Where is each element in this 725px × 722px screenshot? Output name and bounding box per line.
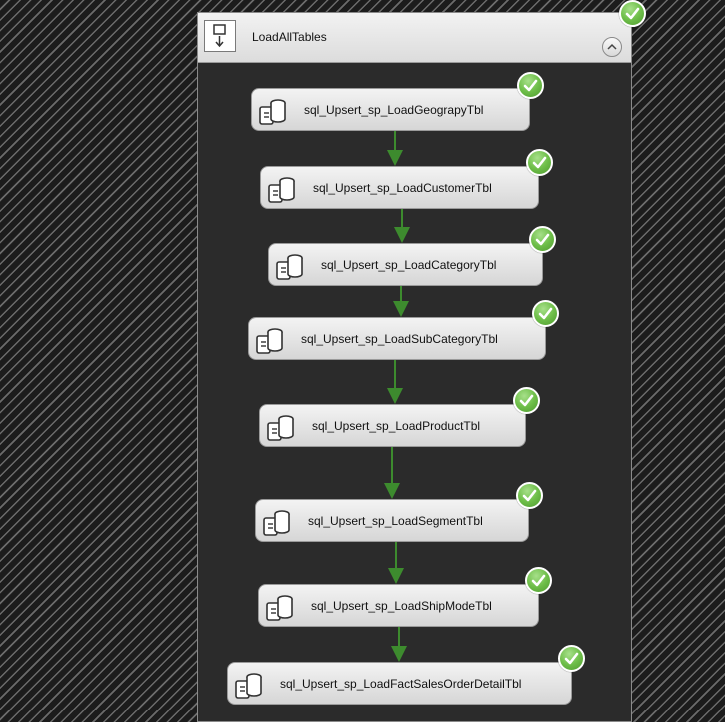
execute-sql-task[interactable]: sql_Upsert_sp_LoadSegmentTbl (255, 499, 529, 542)
execute-sql-task[interactable]: sql_Upsert_sp_LoadGeograpyTbl (251, 88, 530, 131)
container-title: LoadAllTables (252, 30, 327, 44)
success-check-icon (558, 645, 585, 672)
execute-sql-task-icon (234, 669, 266, 701)
success-check-icon (513, 387, 540, 414)
task-label: sql_Upsert_sp_LoadProductTbl (312, 419, 481, 433)
success-check-icon (532, 300, 559, 327)
success-check-icon (619, 0, 646, 27)
task-label: sql_Upsert_sp_LoadCategoryTbl (321, 258, 497, 272)
execute-sql-task[interactable]: sql_Upsert_sp_LoadProductTbl (259, 404, 526, 447)
task-label: sql_Upsert_sp_LoadFactSalesOrderDetailTb… (280, 677, 522, 691)
execute-sql-task-icon (262, 506, 294, 538)
task-label: sql_Upsert_sp_LoadSegmentTbl (308, 514, 483, 528)
success-check-icon (529, 226, 556, 253)
sequence-container-icon (204, 20, 236, 52)
task-label: sql_Upsert_sp_LoadCustomerTbl (313, 181, 492, 195)
execute-sql-task[interactable]: sql_Upsert_sp_LoadCategoryTbl (268, 243, 543, 286)
task-label: sql_Upsert_sp_LoadGeograpyTbl (304, 103, 484, 117)
execute-sql-task-icon (258, 95, 290, 127)
execute-sql-task[interactable]: sql_Upsert_sp_LoadCustomerTbl (260, 166, 539, 209)
execute-sql-task-icon (275, 250, 307, 282)
execute-sql-task[interactable]: sql_Upsert_sp_LoadSubCategoryTbl (248, 317, 546, 360)
success-check-icon (517, 72, 544, 99)
success-check-icon (516, 482, 543, 509)
container-header[interactable]: LoadAllTables (198, 13, 631, 63)
execute-sql-task-icon (265, 591, 297, 623)
execute-sql-task[interactable]: sql_Upsert_sp_LoadShipModeTbl (258, 584, 539, 627)
execute-sql-task[interactable]: sql_Upsert_sp_LoadFactSalesOrderDetailTb… (227, 662, 572, 705)
success-check-icon (525, 567, 552, 594)
task-label: sql_Upsert_sp_LoadSubCategoryTbl (301, 332, 498, 346)
execute-sql-task-icon (255, 324, 287, 356)
chevron-up-icon[interactable] (602, 37, 622, 57)
execute-sql-task-icon (267, 173, 299, 205)
execute-sql-task-icon (266, 411, 298, 443)
task-label: sql_Upsert_sp_LoadShipModeTbl (311, 599, 492, 613)
success-check-icon (526, 149, 553, 176)
